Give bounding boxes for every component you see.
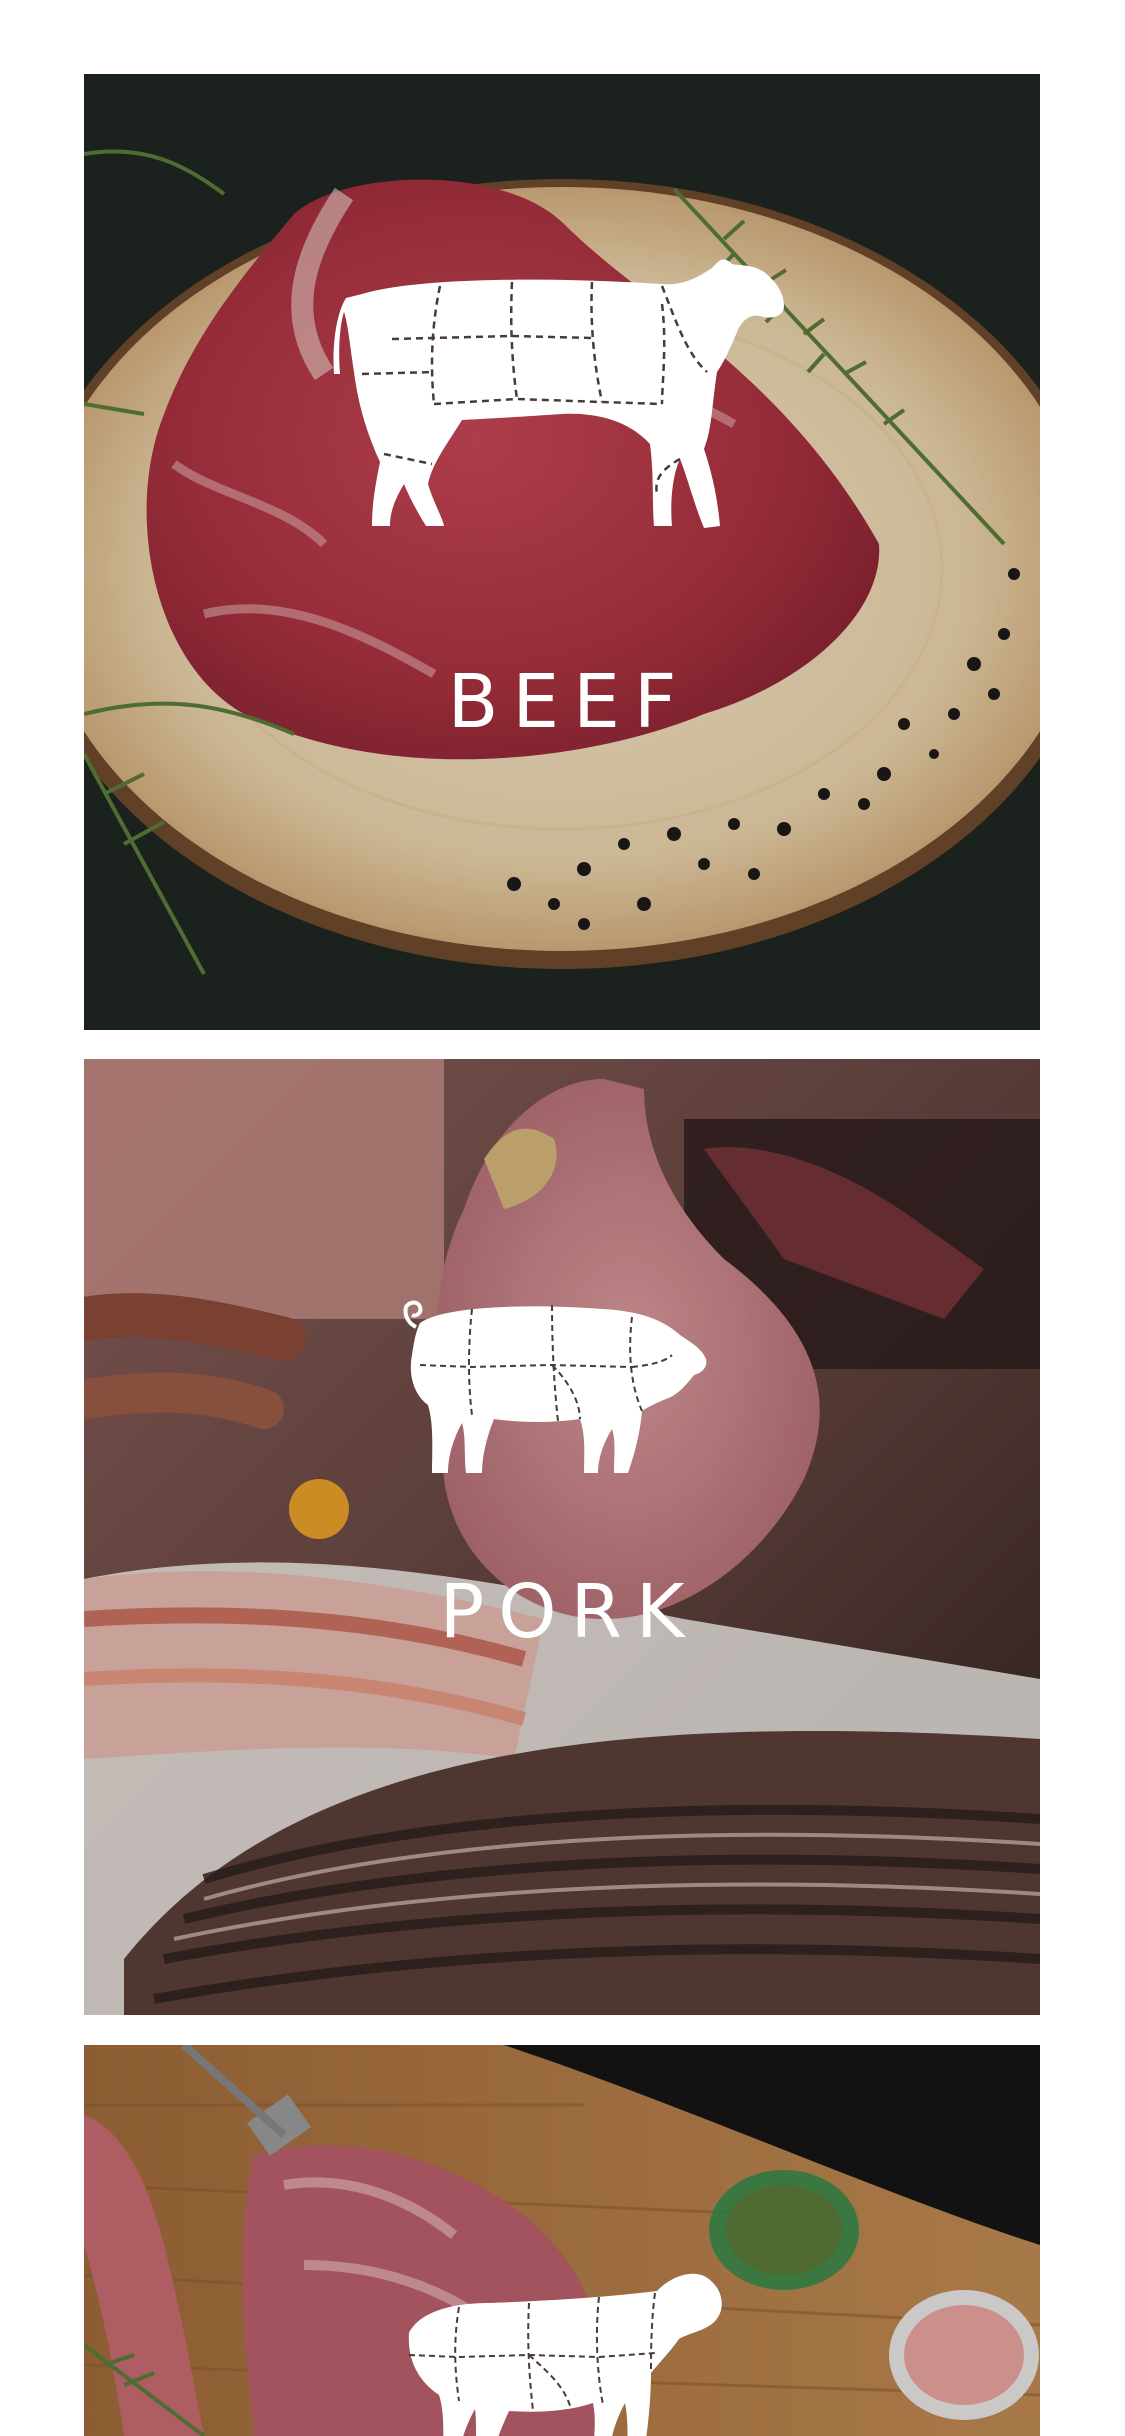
cow-icon bbox=[333, 259, 784, 528]
category-label-pork: PORK bbox=[439, 1569, 699, 1655]
pig-icon bbox=[403, 1300, 707, 1473]
category-card-beef[interactable]: BEEF bbox=[84, 74, 1040, 1030]
category-card-pork[interactable]: PORK bbox=[84, 1059, 1040, 2015]
category-label-beef: BEEF bbox=[447, 659, 691, 745]
lamb-icon bbox=[408, 2273, 722, 2436]
photo-overlay bbox=[84, 1059, 1040, 2015]
category-card-lamb[interactable] bbox=[84, 2045, 1040, 2436]
